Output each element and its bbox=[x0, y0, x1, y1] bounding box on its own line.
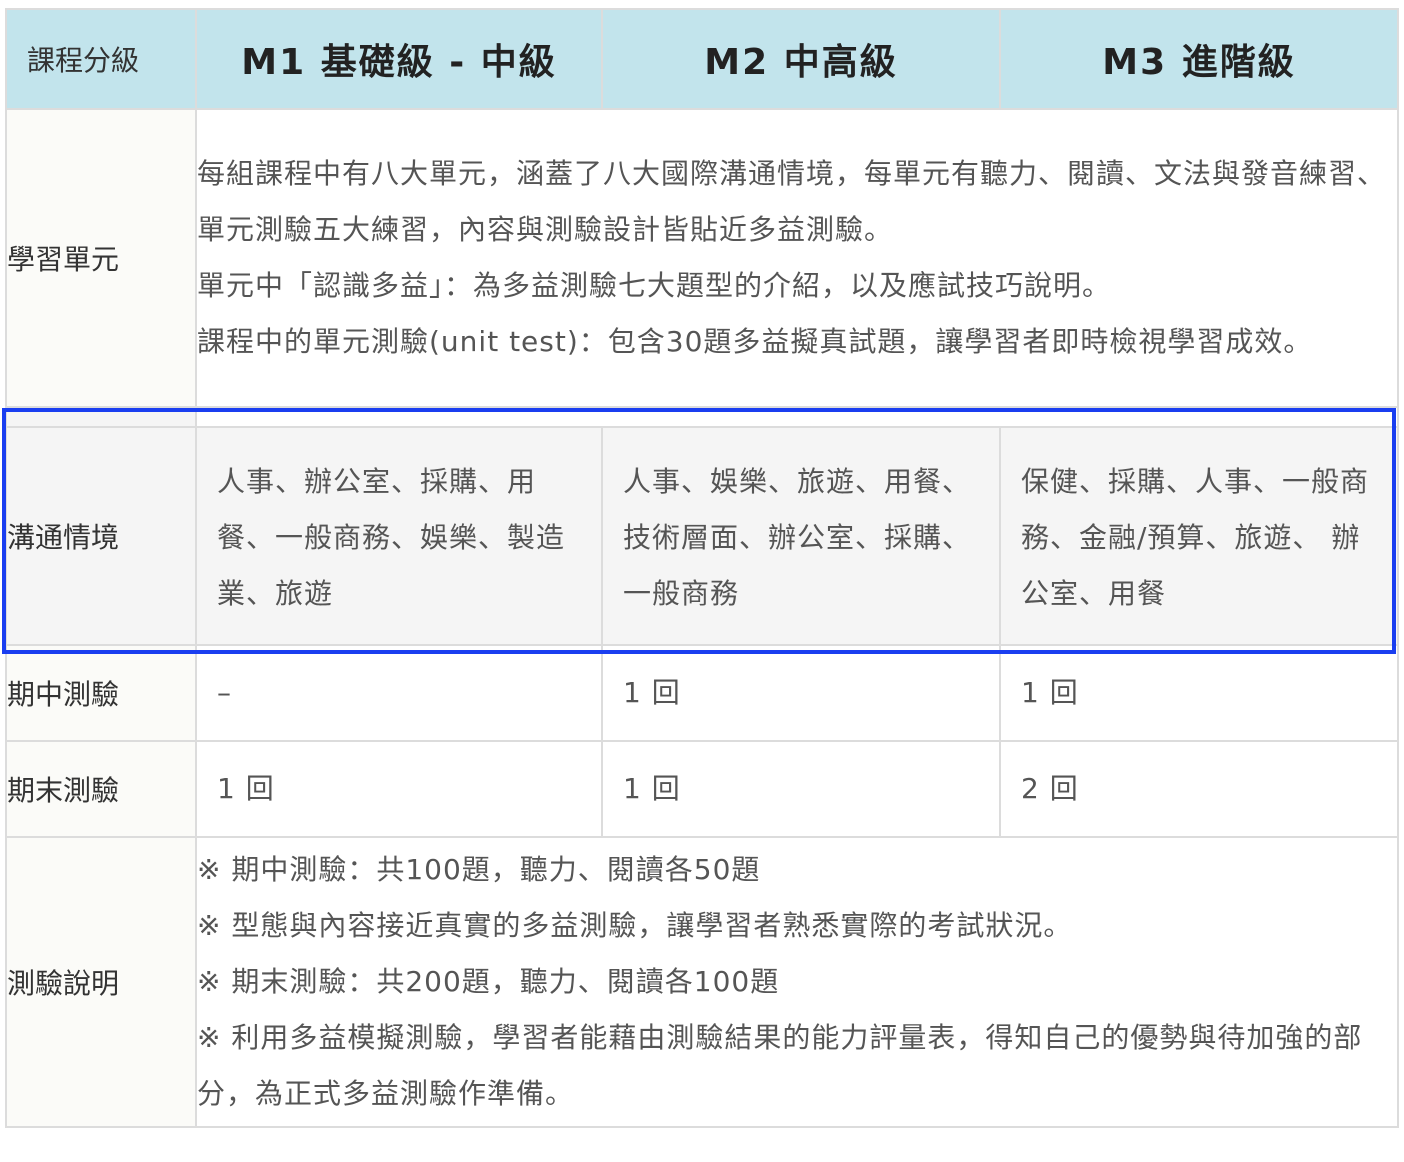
scenario-spacer-label bbox=[5, 406, 197, 428]
final-row: 期末測驗 1 回 1 回 2 回 bbox=[5, 740, 1399, 838]
midterm-row: 期中測驗 – 1 回 1 回 bbox=[5, 644, 1399, 742]
midterm-label: 期中測驗 bbox=[5, 644, 197, 742]
header-course-level: 課程分級 bbox=[5, 8, 197, 110]
midterm-m1: – bbox=[195, 644, 603, 742]
notes-line-3: ※ 期末測驗：共200題，聽力、閱讀各100題 bbox=[197, 965, 780, 998]
final-m2: 1 回 bbox=[601, 740, 1001, 838]
scenarios-label: 溝通情境 bbox=[5, 426, 197, 646]
units-content: 每組課程中有八大單元，涵蓋了八大國際溝通情境，每單元有聽力、閱讀、文法與發音練習… bbox=[195, 108, 1399, 408]
scenario-spacer bbox=[195, 406, 1399, 428]
final-m1: 1 回 bbox=[195, 740, 603, 838]
header-m3: M3 進階級 bbox=[999, 8, 1399, 110]
units-line-1: 每組課程中有八大單元，涵蓋了八大國際溝通情境，每單元有聽力、閱讀、文法與發音練習… bbox=[197, 157, 1387, 246]
midterm-m2: 1 回 bbox=[601, 644, 1001, 742]
final-label: 期末測驗 bbox=[5, 740, 197, 838]
notes-line-1: ※ 期中測驗：共100題，聽力、閱讀各50題 bbox=[197, 853, 761, 886]
scenarios-row: 溝通情境 人事、辦公室、採購、用餐、一般商務、娛樂、製造業、旅遊 人事、娛樂、旅… bbox=[5, 426, 1399, 646]
final-m3: 2 回 bbox=[999, 740, 1399, 838]
scenarios-m2: 人事、娛樂、旅遊、用餐、技術層面、辦公室、採購、一般商務 bbox=[601, 426, 1001, 646]
units-label: 學習單元 bbox=[5, 108, 197, 408]
notes-content: ※ 期中測驗：共100題，聽力、閱讀各50題 ※ 型態與內容接近真實的多益測驗，… bbox=[195, 836, 1399, 1128]
notes-line-2: ※ 型態與內容接近真實的多益測驗，讓學習者熟悉實際的考試狀況。 bbox=[197, 909, 1073, 942]
scenarios-m3: 保健、採購、人事、一般商務、金融/預算、旅遊、 辦公室、用餐 bbox=[999, 426, 1399, 646]
units-line-3: 課程中的單元測驗(unit test)：包含30題多益擬真試題，讓學習者即時檢視… bbox=[197, 325, 1313, 358]
notes-line-4: ※ 利用多益模擬測驗，學習者能藉由測驗結果的能力評量表，得知自己的優勢與待加強的… bbox=[197, 1021, 1363, 1110]
units-line-2: 單元中「認識多益」：為多益測驗七大題型的介紹，以及應試技巧說明。 bbox=[197, 269, 1112, 302]
header-m2: M2 中高級 bbox=[601, 8, 1001, 110]
notes-label: 測驗說明 bbox=[5, 836, 197, 1128]
notes-row: 測驗說明 ※ 期中測驗：共100題，聽力、閱讀各50題 ※ 型態與內容接近真實的… bbox=[5, 836, 1399, 1128]
scenario-spacer-row bbox=[5, 406, 1399, 428]
course-level-table: 課程分級 M1 基礎級 - 中級 M2 中高級 M3 進階級 學習單元 每組課程… bbox=[5, 8, 1399, 1128]
units-row: 學習單元 每組課程中有八大單元，涵蓋了八大國際溝通情境，每單元有聽力、閱讀、文法… bbox=[5, 108, 1399, 408]
header-m1: M1 基礎級 - 中級 bbox=[195, 8, 603, 110]
midterm-m3: 1 回 bbox=[999, 644, 1399, 742]
scenarios-m1: 人事、辦公室、採購、用餐、一般商務、娛樂、製造業、旅遊 bbox=[195, 426, 603, 646]
header-row: 課程分級 M1 基礎級 - 中級 M2 中高級 M3 進階級 bbox=[5, 8, 1399, 110]
